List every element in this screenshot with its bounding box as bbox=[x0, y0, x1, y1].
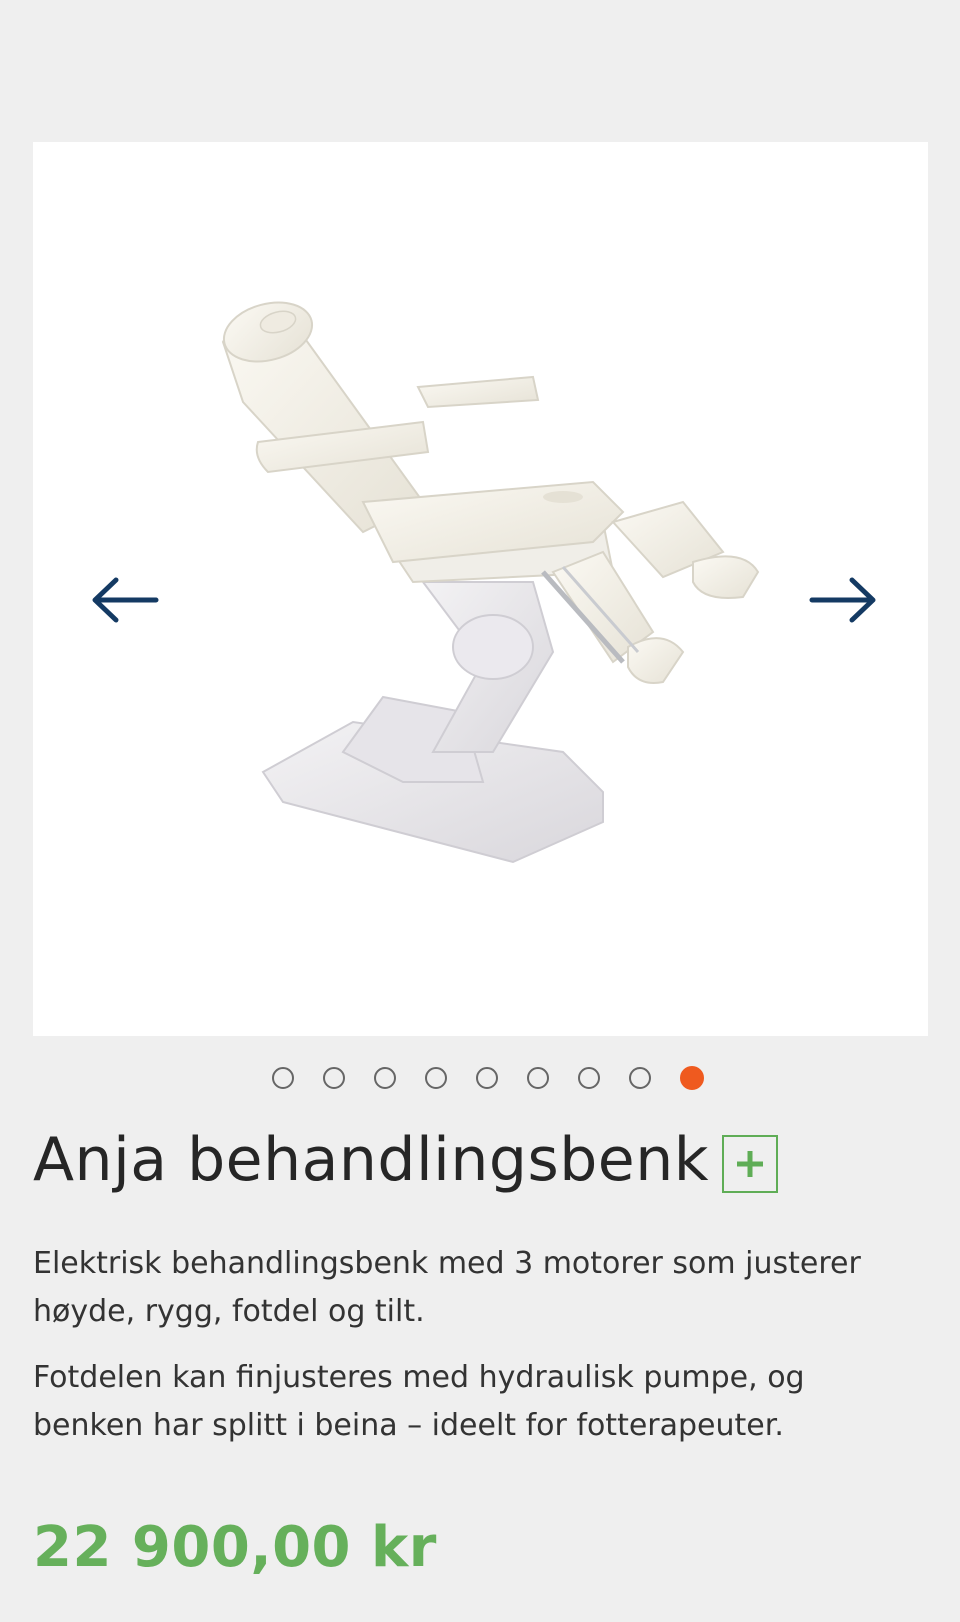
slide-indicators bbox=[0, 1063, 960, 1093]
plus-icon bbox=[736, 1151, 763, 1177]
product-image bbox=[221, 301, 760, 864]
slide-dot-7[interactable] bbox=[578, 1067, 600, 1089]
product-title: Anja behandlingsbenk bbox=[33, 1125, 709, 1195]
slide-dot-1[interactable] bbox=[272, 1067, 294, 1089]
slide-dot-5[interactable] bbox=[476, 1067, 498, 1089]
slide-dot-3[interactable] bbox=[374, 1067, 396, 1089]
slide-dot-2[interactable] bbox=[323, 1067, 345, 1089]
slide-dot-9-active[interactable] bbox=[680, 1066, 704, 1090]
product-gallery bbox=[33, 142, 928, 1036]
product-title-row: Anja behandlingsbenk bbox=[33, 1118, 778, 1202]
slide-dot-6[interactable] bbox=[527, 1067, 549, 1089]
arrow-right-icon bbox=[809, 577, 876, 623]
description-paragraph-1: Elektrisk behandlingsbenk med 3 motorer … bbox=[33, 1246, 861, 1329]
slide-dot-4[interactable] bbox=[425, 1067, 447, 1089]
slide-dot-8[interactable] bbox=[629, 1067, 651, 1089]
previous-slide-button[interactable] bbox=[85, 560, 165, 640]
product-price: 22 900,00 kr bbox=[33, 1515, 437, 1580]
next-slide-button[interactable] bbox=[803, 560, 883, 640]
arrow-left-icon bbox=[92, 577, 159, 623]
expand-plus-button[interactable] bbox=[721, 1135, 778, 1193]
product-description: Elektrisk behandlingsbenk med 3 motorer … bbox=[33, 1240, 923, 1468]
description-paragraph-2: Fotdelen kan finjusteres med hydraulisk … bbox=[33, 1360, 805, 1443]
